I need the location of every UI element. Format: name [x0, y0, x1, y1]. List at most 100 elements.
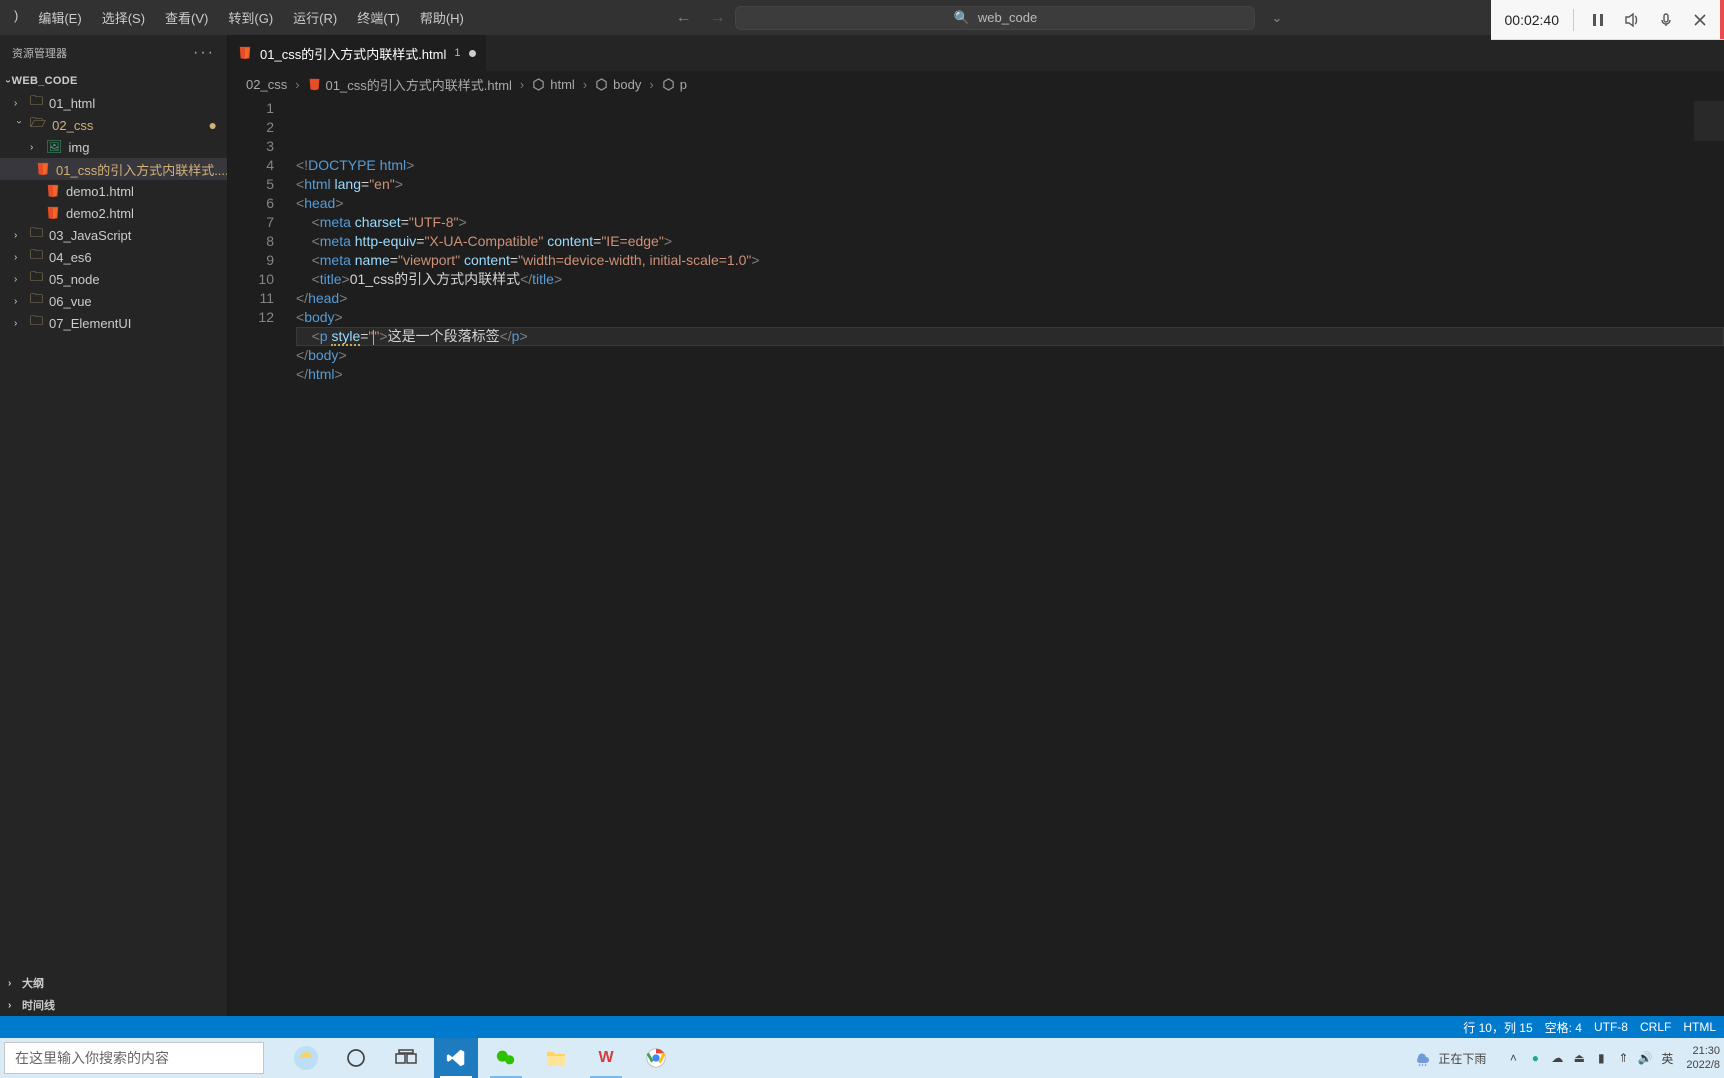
code-line[interactable]: <html lang="en">	[296, 175, 1724, 194]
symbol-icon	[532, 78, 545, 91]
code-line[interactable]: </body>	[296, 346, 1724, 365]
menu-item[interactable]: 终端(T)	[347, 2, 410, 33]
menu-item[interactable]: 编辑(E)	[28, 2, 91, 33]
tray-ime-icon[interactable]: 英	[1658, 1050, 1676, 1067]
unsaved-dot-icon	[469, 50, 476, 57]
search-icon: 🔍	[954, 10, 970, 26]
tree-folder[interactable]: ›🗀04_es6	[0, 246, 227, 268]
sidebar-header: 资源管理器 ···	[0, 35, 227, 70]
tree-label: demo1.html	[66, 184, 134, 199]
breadcrumb-item[interactable]: html	[532, 77, 575, 92]
nav-forward-icon[interactable]: →	[709, 9, 725, 27]
tree-folder[interactable]: ›🖼img	[0, 136, 227, 158]
menu-item[interactable]: 帮助(H)	[410, 2, 474, 33]
menu-item[interactable]: )	[4, 2, 28, 33]
taskbar-explorer-icon[interactable]	[534, 1038, 578, 1078]
code-line[interactable]: </html>	[296, 365, 1724, 384]
code-line[interactable]: <title>01_css的引入方式内联样式</title>	[296, 270, 1724, 289]
microphone-icon[interactable]	[1656, 10, 1676, 30]
section-label: 大纲	[22, 975, 44, 991]
html-file-icon	[46, 206, 60, 220]
recorder-stop-edge[interactable]	[1720, 0, 1724, 39]
tray-volume-icon[interactable]: 🔊	[1636, 1051, 1654, 1065]
tree-file[interactable]: demo2.html	[0, 202, 227, 224]
menu-item[interactable]: 选择(S)	[92, 2, 155, 33]
tray-battery-icon[interactable]: ▮	[1592, 1051, 1610, 1065]
statusbar-item[interactable]: HTML	[1683, 1020, 1716, 1034]
tree-file[interactable]: 01_css的引入方式内联样式....1	[0, 158, 227, 180]
modified-dot-icon: ●	[209, 117, 217, 133]
tray-chevron-icon[interactable]: ˄	[1504, 1051, 1522, 1065]
tree-folder[interactable]: ›🗀07_ElementUI	[0, 312, 227, 334]
breadcrumb-label: html	[550, 77, 575, 92]
sidebar-section-title[interactable]: › WEB_CODE	[0, 70, 227, 92]
sidebar-collapsed-section[interactable]: ›大纲	[4, 972, 227, 994]
html-file-icon	[46, 184, 60, 198]
code-editor[interactable]: 123456789101112 <!DOCTYPE html><html lan…	[228, 97, 1724, 1016]
section-label: 时间线	[22, 997, 55, 1013]
line-number: 3	[228, 137, 274, 156]
taskbar-cortana-icon[interactable]	[334, 1038, 378, 1078]
tree-folder[interactable]: ›🗁02_css●	[0, 114, 227, 136]
tree-folder[interactable]: ›🗀06_vue	[0, 290, 227, 312]
breadcrumb-item[interactable]: p	[662, 77, 687, 92]
code-line[interactable]: <p style="">这是一个段落标签</p>	[296, 327, 1724, 346]
folder-open-icon: 🗁	[30, 114, 46, 136]
more-actions-icon[interactable]: ···	[193, 44, 215, 62]
menu-item[interactable]: 转到(G)	[218, 2, 283, 33]
breadcrumbs[interactable]: 02_css›01_css的引入方式内联样式.html›html›body›p	[228, 71, 1724, 97]
taskbar-taskview-icon[interactable]	[384, 1038, 428, 1078]
weather-text: 正在下雨	[1438, 1050, 1486, 1067]
nav-back-icon[interactable]: ←	[675, 9, 691, 27]
code-line[interactable]: <meta charset="UTF-8">	[296, 213, 1724, 232]
tree-folder[interactable]: ›🗀01_html	[0, 92, 227, 114]
command-center[interactable]: 🔍 web_code	[735, 6, 1255, 30]
code-line[interactable]: <head>	[296, 194, 1724, 213]
tray-weather[interactable]: 正在下雨	[1414, 1049, 1486, 1067]
minimap[interactable]	[1694, 101, 1724, 141]
statusbar-item[interactable]: 行 10，列 15	[1463, 1019, 1532, 1036]
chevron-down-icon[interactable]: ⌄	[1271, 10, 1282, 26]
tray-cloud-icon[interactable]: ☁	[1548, 1051, 1566, 1065]
tray-wifi-icon[interactable]: ⇑	[1614, 1051, 1632, 1065]
command-center-text: web_code	[978, 10, 1037, 25]
sidebar: 资源管理器 ··· › WEB_CODE ›🗀01_html›🗁02_css●›…	[0, 35, 228, 1016]
tree-file[interactable]: demo1.html	[0, 180, 227, 202]
breadcrumb-item[interactable]: body	[595, 77, 641, 92]
menu-item[interactable]: 运行(R)	[283, 2, 347, 33]
code-line[interactable]: <meta http-equiv="X-UA-Compatible" conte…	[296, 232, 1724, 251]
tray-clock[interactable]: 21:30 2022/8	[1686, 1044, 1720, 1072]
speaker-icon[interactable]	[1622, 10, 1642, 30]
sidebar-footer: ›大纲›时间线	[0, 972, 227, 1016]
close-icon[interactable]	[1690, 10, 1710, 30]
taskbar-weather-widget[interactable]	[284, 1038, 328, 1078]
taskbar-wps-icon[interactable]: W	[584, 1038, 628, 1078]
code-content[interactable]: <!DOCTYPE html><html lang="en"><head> <m…	[296, 97, 1724, 1016]
sidebar-collapsed-section[interactable]: ›时间线	[4, 994, 227, 1016]
tree-label: 01_css的引入方式内联样式....	[56, 160, 227, 179]
pause-icon[interactable]	[1588, 10, 1608, 30]
sidebar-title: 资源管理器	[12, 45, 67, 61]
folder-icon: 🗀	[30, 224, 43, 246]
tree-folder[interactable]: ›🗀03_JavaScript	[0, 224, 227, 246]
code-line[interactable]: <meta name="viewport" content="width=dev…	[296, 251, 1724, 270]
tree-folder[interactable]: ›🗀05_node	[0, 268, 227, 290]
taskbar-wechat-icon[interactable]	[484, 1038, 528, 1078]
taskbar-vscode-icon[interactable]	[434, 1038, 478, 1078]
tree-label: demo2.html	[66, 206, 134, 221]
code-line[interactable]: <body>	[296, 308, 1724, 327]
statusbar-item[interactable]: 空格: 4	[1545, 1019, 1582, 1036]
tray-onedrive-icon[interactable]: ●	[1526, 1051, 1544, 1065]
code-line[interactable]: <!DOCTYPE html>	[296, 156, 1724, 175]
breadcrumb-item[interactable]: 01_css的引入方式内联样式.html	[308, 75, 512, 94]
breadcrumb-item[interactable]: 02_css	[246, 77, 287, 92]
tray-usb-icon[interactable]: ⏏	[1570, 1051, 1588, 1065]
taskbar-chrome-icon[interactable]	[634, 1038, 678, 1078]
statusbar-item[interactable]: UTF-8	[1594, 1020, 1628, 1034]
taskbar-apps: W	[284, 1038, 678, 1078]
statusbar-item[interactable]: CRLF	[1640, 1020, 1671, 1034]
menu-item[interactable]: 查看(V)	[155, 2, 218, 33]
code-line[interactable]: </head>	[296, 289, 1724, 308]
windows-search-input[interactable]: 在这里输入你搜索的内容	[4, 1042, 264, 1074]
editor-tab-active[interactable]: 01_css的引入方式内联样式.html 1	[228, 35, 487, 71]
